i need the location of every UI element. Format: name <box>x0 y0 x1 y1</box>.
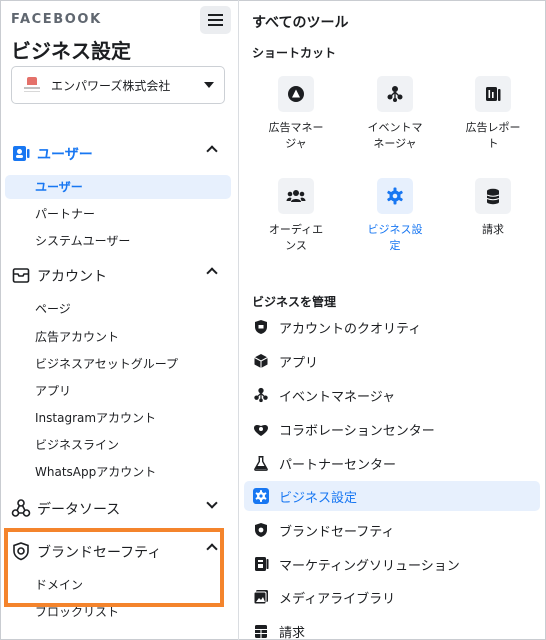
sidebar-item-business-lines[interactable]: ビジネスライン <box>5 433 231 457</box>
shortcut-icon-box <box>475 76 511 112</box>
sidebar-section-users[interactable]: ユーザー <box>1 139 238 167</box>
tool-partner-center[interactable]: パートナーセンター <box>244 448 540 478</box>
shortcut-icon-box <box>475 178 511 214</box>
all-tools-panel: すべてのツール ショートカット 広告マネー ジャ イベントマ ネージャ 広告レポ… <box>239 1 545 639</box>
data-sources-icon <box>11 499 31 517</box>
sidebar-item-ad-accounts[interactable]: 広告アカウント <box>5 325 231 349</box>
collaboration-icon <box>254 424 268 436</box>
shortcut-label: 広告マネー ジャ <box>268 121 324 150</box>
tool-label: パートナーセンター <box>279 458 397 473</box>
tool-account-quality[interactable]: アカウントのクオリティ <box>244 312 540 342</box>
shortcut-icon-box <box>278 178 314 214</box>
account-quality-icon <box>255 320 267 334</box>
gear-icon <box>387 187 403 205</box>
shortcut-billing[interactable]: 請求 <box>450 178 536 238</box>
ads-manager-icon <box>288 86 304 102</box>
ads-reporting-icon <box>486 87 501 101</box>
sidebar-item-business-asset-groups[interactable]: ビジネスアセットグループ <box>5 352 231 376</box>
chevron-up-icon[interactable] <box>206 267 218 279</box>
hamburger-icon <box>208 14 223 26</box>
users-badge-icon <box>13 146 30 161</box>
chevron-up-icon[interactable] <box>206 145 218 157</box>
shield-icon <box>255 523 267 537</box>
shortcut-label: オーディエ ンス <box>268 223 324 252</box>
tool-brand-safety[interactable]: ブランドセーフティ <box>244 515 540 545</box>
sidebar-section-label: アカウント <box>37 269 107 285</box>
shortcut-label: 広告レポー ト <box>465 121 521 150</box>
inbox-icon <box>12 268 30 283</box>
sidebar-item-whatsapp-accounts[interactable]: WhatsAppアカウント <box>5 460 231 484</box>
tool-media-library[interactable]: メディアライブラリ <box>244 582 540 612</box>
tool-label: イベントマネージャ <box>279 390 396 405</box>
sidebar-item-partners[interactable]: パートナー <box>5 202 231 226</box>
events-manager-icon <box>387 86 403 102</box>
tool-label: 請求 <box>279 626 306 639</box>
shortcut-label: ビジネス設 定 <box>367 223 423 252</box>
shortcut-label: 請求 <box>482 223 504 236</box>
sidebar-section-label: ユーザー <box>37 147 93 163</box>
caret-down-icon <box>204 82 214 88</box>
billing-icon <box>486 188 500 205</box>
manage-business-heading: ビジネスを管理 <box>252 295 337 309</box>
tool-business-settings[interactable]: ビジネス設定 <box>244 481 540 511</box>
shortcut-events-manager[interactable]: イベントマ ネージャ <box>352 76 438 152</box>
tool-label: アプリ <box>279 356 319 371</box>
shortcut-ads-reporting[interactable]: 広告レポー ト <box>450 76 536 152</box>
media-library-icon <box>253 590 268 605</box>
marketing-solutions-icon <box>255 557 269 571</box>
tool-marketing-solutions[interactable]: マーケティングソリューション <box>244 549 540 579</box>
shortcut-label: イベントマ ネージャ <box>367 121 423 150</box>
tool-collaboration-center[interactable]: コラボレーションセンター <box>244 414 540 444</box>
menu-button[interactable] <box>200 6 231 34</box>
shortcut-business-settings[interactable]: ビジネス設 定 <box>352 178 438 254</box>
tool-apps[interactable]: アプリ <box>244 346 540 376</box>
shortcut-audiences[interactable]: オーディエ ンス <box>253 178 339 254</box>
shortcuts-heading: ショートカット <box>252 46 337 60</box>
tool-label: ビジネス設定 <box>279 491 358 506</box>
tool-label: マーケティングソリューション <box>279 559 460 574</box>
sidebar-item-system-users[interactable]: システムユーザー <box>5 229 231 253</box>
tool-label: アカウントのクオリティ <box>279 322 422 337</box>
tool-label: メディアライブラリ <box>279 592 396 607</box>
sidebar-section-data-sources[interactable]: データソース <box>1 494 238 522</box>
sidebar-item-users[interactable]: ユーザー <box>5 175 231 199</box>
business-account-name: エンパワーズ株式会社 <box>51 78 171 93</box>
audiences-icon <box>286 190 306 202</box>
tool-billing[interactable]: 請求 <box>244 616 540 639</box>
shortcut-ads-manager[interactable]: 広告マネー ジャ <box>253 76 339 152</box>
highlight-annotation <box>4 528 224 607</box>
page-title: ビジネス設定 <box>11 39 131 63</box>
app-cube-icon <box>254 354 268 368</box>
flask-icon <box>254 456 268 471</box>
billing-icon <box>255 625 267 638</box>
sidebar-section-label: データソース <box>37 502 121 518</box>
company-logo <box>24 76 40 94</box>
all-tools-title: すべてのツール <box>252 15 349 31</box>
facebook-wordmark: FACEBOOK <box>11 12 102 27</box>
tool-label: ブランドセーフティ <box>279 525 395 540</box>
shortcut-icon-box <box>377 178 413 214</box>
business-account-selector[interactable]: エンパワーズ株式会社 <box>11 66 225 104</box>
shortcut-icon-box <box>377 76 413 112</box>
tool-events-manager[interactable]: イベントマネージャ <box>244 380 540 410</box>
events-manager-icon <box>254 387 268 403</box>
gear-icon <box>253 488 269 504</box>
sidebar-item-pages[interactable]: ページ <box>5 297 231 321</box>
sidebar: FACEBOOK ビジネス設定 エンパワーズ株式会社 ユーザー ユーザー パート… <box>1 1 238 639</box>
chevron-down-icon[interactable] <box>206 497 218 509</box>
sidebar-item-instagram-accounts[interactable]: Instagramアカウント <box>5 406 231 430</box>
sidebar-section-accounts[interactable]: アカウント <box>1 261 238 289</box>
tool-label: コラボレーションセンター <box>279 424 435 439</box>
sidebar-item-apps[interactable]: アプリ <box>5 379 231 403</box>
shortcut-icon-box <box>278 76 314 112</box>
